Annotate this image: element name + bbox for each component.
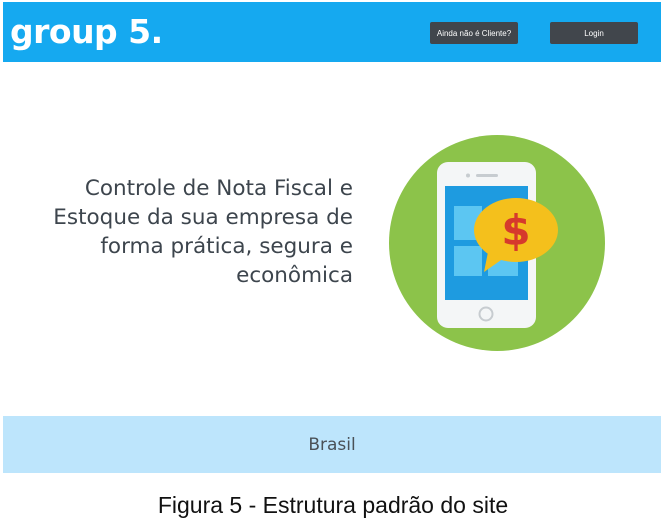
not-client-button[interactable]: Ainda não é Cliente? [430,22,518,44]
smartphone-dollar-icon: $ [388,134,606,352]
hero-headline-line: Estoque da sua empresa de [53,205,353,230]
dollar-symbol: $ [501,206,530,255]
hero-headline-line: Controle de Nota Fiscal e [84,176,353,201]
header-bar: group 5. Ainda não é Cliente? Login [3,2,661,62]
figure-caption: Figura 5 - Estrutura padrão do site [157,492,509,518]
phone-speaker [476,174,498,177]
site-logo[interactable]: group 5. [10,12,163,51]
hero-headline-line: econômica [236,263,353,288]
screen-tile [454,246,482,276]
login-button[interactable]: Login [550,22,638,44]
footer-country: Brasil [308,434,356,455]
hero-headline: Controle de Nota Fiscal e Estoque da sua… [23,174,353,290]
phone-camera [466,173,470,178]
footer-bar: Brasil [3,416,661,473]
hero-headline-line: forma prática, segura e [100,234,353,259]
page-frame: group 5. Ainda não é Cliente? Login Cont… [3,2,661,474]
